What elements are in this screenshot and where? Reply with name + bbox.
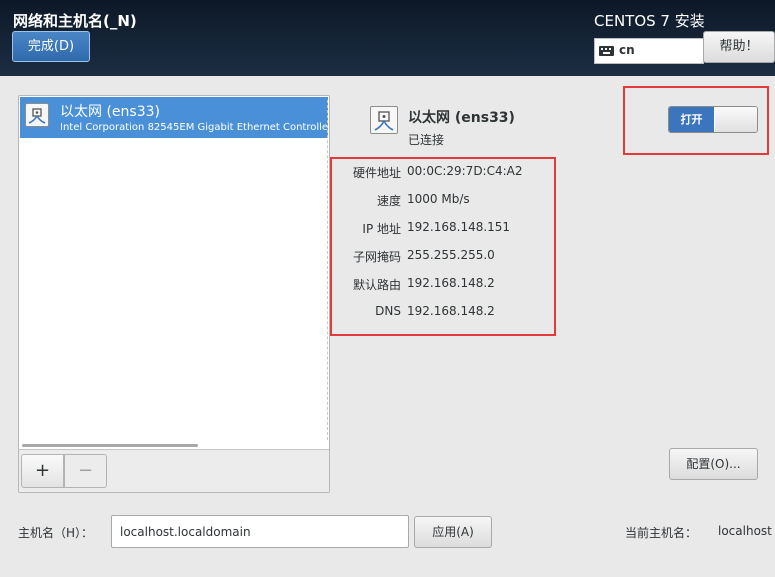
hostname-label: 主机名（H）： [18, 526, 94, 540]
keyboard-layout-label: cn [619, 43, 635, 57]
list-toolbar: + − [19, 449, 329, 492]
detail-row-ip: IP 地址 192.168.148.151 [335, 220, 555, 240]
detail-row-hwaddr: 硬件地址 00:0C:29:7D:C4:A2 [335, 164, 555, 184]
detail-value: 00:0C:29:7D:C4:A2 [407, 164, 523, 178]
current-hostname-value: localhost [718, 524, 772, 538]
interface-list: 以太网 (ens33) Intel Corporation 82545EM Gi… [18, 95, 330, 493]
detail-label: 默认路由 [352, 278, 401, 292]
toggle-knob [715, 107, 757, 132]
detail-row-gateway: 默认路由 192.168.148.2 [335, 276, 555, 296]
network-wired-icon [25, 103, 49, 127]
detail-label: 速度 [376, 194, 401, 208]
keyboard-icon [599, 46, 614, 56]
vertical-scrollbar[interactable] [327, 100, 328, 440]
list-item-ens33[interactable]: 以太网 (ens33) Intel Corporation 82545EM Gi… [20, 97, 328, 138]
detail-row-speed: 速度 1000 Mb/s [335, 192, 555, 212]
apply-button[interactable]: 应用(A) [414, 516, 492, 548]
detail-label: 硬件地址 [352, 166, 401, 180]
detail-row-dns: DNS 192.168.148.2 [335, 304, 555, 324]
connection-status: 已连接 [408, 133, 445, 147]
configure-button[interactable]: 配置(O)... [669, 448, 758, 480]
done-button[interactable]: 完成(D) [12, 31, 90, 62]
detail-interface-name: 以太网 (ens33) [408, 110, 515, 126]
detail-label: 子网掩码 [352, 250, 401, 264]
remove-interface-button[interactable]: − [64, 454, 107, 488]
interface-description: Intel Corporation 82545EM Gigabit Ethern… [60, 122, 328, 133]
detail-value: 1000 Mb/s [407, 192, 470, 206]
interface-name: 以太网 (ens33) [60, 104, 160, 120]
detail-row-netmask: 子网掩码 255.255.255.0 [335, 248, 555, 268]
hostname-input[interactable] [111, 515, 409, 548]
toggle-on-label: 打开 [669, 107, 714, 132]
network-wired-icon [370, 106, 398, 134]
install-title: CENTOS 7 安装 [594, 12, 705, 30]
detail-value: 192.168.148.2 [407, 304, 495, 318]
help-button[interactable]: 帮助！ [703, 31, 775, 63]
detail-label: IP 地址 [362, 222, 401, 236]
keyboard-layout-indicator[interactable]: cn [594, 38, 704, 64]
horizontal-scrollbar[interactable] [22, 444, 198, 447]
add-interface-button[interactable]: + [21, 454, 64, 488]
detail-value: 192.168.148.151 [407, 220, 511, 234]
page-title: 网络和主机名(_N) [13, 12, 137, 30]
detail-value: 255.255.255.0 [407, 248, 495, 262]
current-hostname-label: 当前主机名： [625, 526, 698, 540]
connection-toggle[interactable]: 打开 [668, 106, 758, 133]
detail-value: 192.168.148.2 [407, 276, 495, 290]
detail-label: DNS [375, 304, 401, 318]
header-bar: 网络和主机名(_N) 完成(D) CENTOS 7 安装 cn 帮助！ [0, 0, 775, 76]
